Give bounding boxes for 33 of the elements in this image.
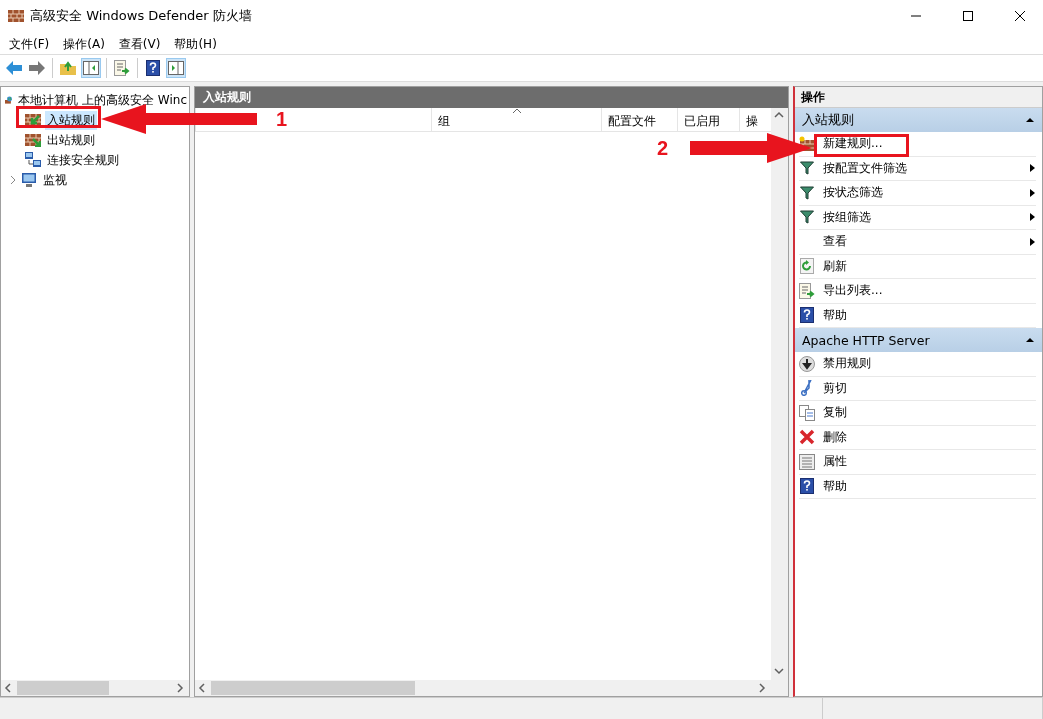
section-header[interactable]: Apache HTTP Server xyxy=(795,328,1042,352)
tree-item[interactable]: 出站规则 xyxy=(45,130,97,150)
annotation-number: 1 xyxy=(276,108,288,131)
menu-item[interactable]: 文件(F) xyxy=(2,32,57,54)
annotation-number: 2 xyxy=(657,137,669,160)
window-title: 高级安全 Windows Defender 防火墙 xyxy=(30,7,253,25)
action-link[interactable]: 按配置文件筛选 xyxy=(823,160,907,175)
action-link[interactable]: 帮助 xyxy=(823,478,847,493)
pane-title: 入站规则 xyxy=(195,87,788,108)
tree-root[interactable]: 本地计算机 上的高级安全 Winc xyxy=(16,90,189,110)
action-link[interactable]: 按状态筛选 xyxy=(823,185,883,200)
pane-title: 操作 xyxy=(795,87,1042,108)
section-header[interactable]: 入站规则 xyxy=(795,108,1042,132)
action-link[interactable]: 剪切 xyxy=(823,380,847,395)
action-link[interactable]: 刷新 xyxy=(823,258,847,273)
tree-item[interactable]: 监视 xyxy=(41,170,69,190)
action-link[interactable]: 查看 xyxy=(823,234,847,249)
tree-item[interactable]: 连接安全规则 xyxy=(45,150,121,170)
action-link[interactable]: 复制 xyxy=(823,405,847,420)
column-header[interactable]: 操 xyxy=(739,108,769,131)
action-link[interactable]: 导出列表... xyxy=(823,283,883,298)
action-link[interactable]: 按组筛选 xyxy=(823,209,871,224)
column-header[interactable]: 已启用 xyxy=(677,108,739,131)
column-header[interactable]: 组 xyxy=(431,108,601,131)
action-link[interactable]: 禁用规则 xyxy=(823,356,871,371)
menu-item[interactable]: 操作(A) xyxy=(56,32,112,54)
menu-item[interactable]: 查看(V) xyxy=(111,32,168,54)
menu-item[interactable]: 帮助(H) xyxy=(167,32,224,54)
action-link[interactable]: 新建规则... xyxy=(823,136,883,151)
action-link[interactable]: 帮助 xyxy=(823,307,847,322)
action-link[interactable]: 删除 xyxy=(823,429,847,444)
column-header[interactable]: 配置文件 xyxy=(601,108,677,131)
action-link[interactable]: 属性 xyxy=(823,454,847,469)
